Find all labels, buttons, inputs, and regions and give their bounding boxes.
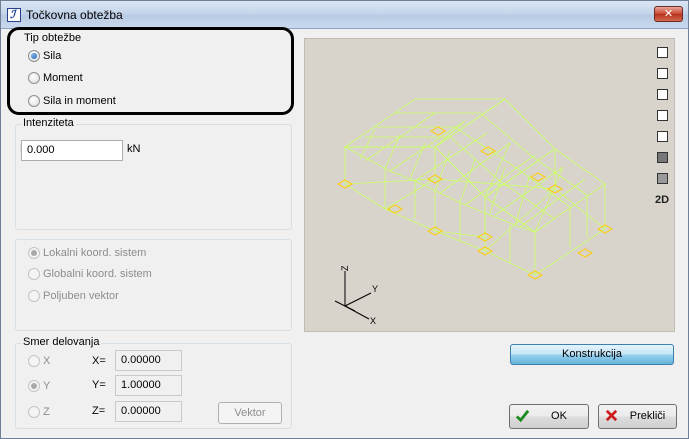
- z-value-input[interactable]: 0.00000: [115, 401, 182, 422]
- vector-button[interactable]: Vektor: [218, 402, 282, 424]
- radio-arbitrary-vector-label: Poljuben vektor: [43, 290, 119, 302]
- radio-global-coord-label: Globalni koord. sistem: [43, 268, 152, 280]
- radio-local-coord-label: Lokalni koord. sistem: [43, 247, 147, 259]
- radio-button[interactable]: [28, 290, 40, 302]
- p-value-input[interactable]: 0.000: [21, 140, 123, 161]
- view-right-icon[interactable]: [652, 126, 672, 147]
- radio-button[interactable]: [28, 380, 40, 392]
- x-field-label: X=: [92, 355, 106, 367]
- view-front-icon[interactable]: [652, 63, 672, 84]
- view-toolbar: 2D: [652, 42, 672, 210]
- cancel-label: Prekliči: [629, 410, 666, 422]
- cancel-button[interactable]: Prekliči: [598, 404, 677, 429]
- window-title: Točkovna obtežba: [26, 8, 123, 22]
- view-top-icon[interactable]: [652, 84, 672, 105]
- radio-global-coord[interactable]: Globalni koord. sistem: [28, 267, 152, 281]
- radio-button[interactable]: [28, 406, 40, 418]
- z-field-label: Z=: [92, 405, 106, 417]
- radio-dir-z[interactable]: Z: [28, 405, 50, 419]
- radio-button[interactable]: [28, 355, 40, 367]
- x-value-input[interactable]: 0.00000: [115, 350, 182, 371]
- view-shaded-icon[interactable]: [652, 147, 672, 168]
- checkmark-icon: [515, 409, 530, 423]
- radio-arbitrary-vector[interactable]: Poljuben vektor: [28, 289, 119, 303]
- close-button[interactable]: ✕: [654, 6, 683, 22]
- intensity-label: Intenziteta: [21, 117, 76, 129]
- cross-icon: [605, 409, 618, 422]
- radio-dir-x[interactable]: X: [28, 354, 50, 368]
- y-field-label: Y=: [92, 379, 106, 391]
- radio-dir-x-label: X: [43, 355, 51, 367]
- axis-z-label: Z: [340, 265, 350, 271]
- highlight-annotation: [7, 27, 294, 115]
- radio-dir-z-label: Z: [43, 406, 50, 418]
- view-left-icon[interactable]: [652, 105, 672, 126]
- radio-local-coord[interactable]: Lokalni koord. sistem: [28, 246, 146, 260]
- axis-y-label: Y: [372, 284, 378, 294]
- title-bar: ℐ Točkovna obtežba ✕: [1, 1, 688, 29]
- y-value-input[interactable]: 1.00000: [115, 375, 182, 396]
- view-2d-button[interactable]: 2D: [652, 189, 672, 210]
- view-2d-label: 2D: [654, 193, 670, 206]
- radio-button[interactable]: [28, 268, 40, 280]
- ok-label: OK: [551, 410, 567, 422]
- view-back-icon[interactable]: [652, 168, 672, 189]
- view-iso-icon[interactable]: [652, 42, 672, 63]
- radio-dir-y-label: Y: [43, 380, 51, 392]
- radio-button[interactable]: [28, 247, 40, 259]
- ok-button[interactable]: OK: [509, 404, 589, 429]
- model-viewport[interactable]: Z Y X 2D: [304, 38, 675, 332]
- p-unit-label: kN: [127, 143, 141, 155]
- axis-x-label: X: [370, 316, 376, 326]
- construction-button[interactable]: Konstrukcija: [510, 344, 674, 365]
- axis-triad: Z Y X: [334, 265, 378, 326]
- app-icon: ℐ: [7, 8, 21, 22]
- direction-label: Smer delovanja: [21, 336, 102, 348]
- dialog-window: ℐ Točkovna obtežba ✕ Tip obtežbe Sila Mo…: [0, 0, 689, 439]
- radio-dir-y[interactable]: Y: [28, 379, 50, 393]
